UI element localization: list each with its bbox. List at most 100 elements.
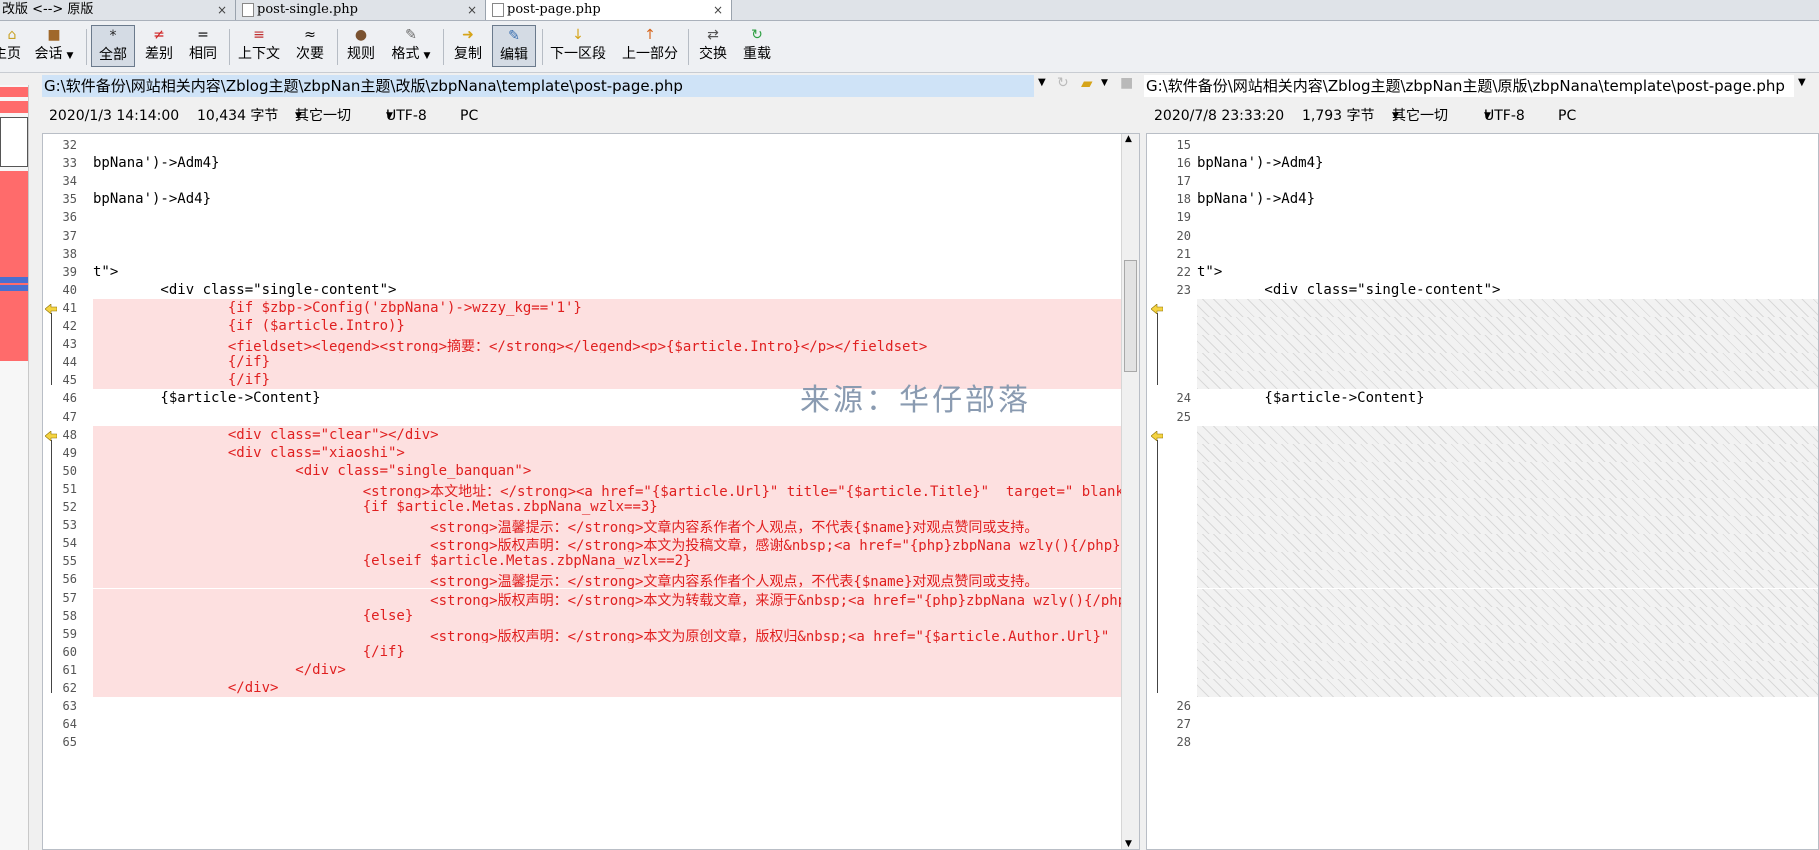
tab-post-page[interactable]: post-page.php × (486, 0, 732, 20)
code-line[interactable]: bpNana')->Adm4} (1197, 155, 1817, 171)
code-line[interactable]: bpNana')->Ad4} (1197, 191, 1817, 207)
tab-post-single[interactable]: post-single.php × (236, 0, 486, 20)
separator (542, 29, 543, 65)
swap-button[interactable]: ⇄ 交换 (693, 25, 733, 67)
close-icon[interactable]: × (217, 0, 227, 20)
chevron-down-icon[interactable]: ▼ (1038, 77, 1046, 88)
code-line[interactable]: <div class="single-content"> (1197, 282, 1817, 298)
right-path-input[interactable]: G:\软件备份\网站相关内容\Zblog主题\zbpNan主题\原版\zbpNa… (1144, 75, 1794, 97)
scroll-down-icon[interactable]: ▼ (1125, 839, 1132, 849)
code-line[interactable]: {$article->Content} (1197, 390, 1817, 406)
line-number: 36 (62, 210, 77, 225)
missing-lines-hatch (1197, 371, 1818, 390)
code-line[interactable]: <div class="single-content"> (93, 282, 1123, 298)
chevron-down-icon: ▼ (386, 111, 393, 121)
chevron-down-icon[interactable]: ▼ (1798, 77, 1806, 88)
refresh-icon[interactable]: ↻ (1057, 75, 1069, 91)
missing-lines-hatch (1197, 317, 1818, 336)
copy-arrow-icon[interactable] (44, 429, 58, 442)
format-button[interactable]: ✎ 格式 ▼ (385, 25, 437, 67)
chevron-down-icon[interactable]: ▼ (67, 51, 74, 61)
code-line[interactable]: {/if} (93, 354, 1123, 370)
code-line[interactable]: {else} (93, 608, 1123, 624)
line-number: 15 (1176, 138, 1191, 152)
overview-viewport[interactable] (0, 117, 28, 167)
line-number: 16 (1176, 156, 1191, 171)
left-path-input[interactable]: G:\软件备份\网站相关内容\Zblog主题\zbpNan主题\改版\zbpNa… (42, 75, 1034, 97)
line-number: 46 (62, 391, 77, 406)
code-line[interactable]: t"> (93, 264, 1123, 280)
copy-arrow-icon[interactable] (44, 303, 58, 315)
left-info-bar: 2020/1/3 14:14:00 10,434 字节 其它一切 ▼ UTF-8… (0, 101, 1140, 131)
arrow-down-icon: ↓ (572, 27, 584, 43)
code-line[interactable]: bpNana')->Ad4} (93, 191, 1123, 207)
code-line[interactable]: {if $article.Metas.zbpNana_wzlx==3} (93, 499, 1123, 515)
diff-overview-map[interactable] (0, 85, 29, 850)
copy-arrow-icon[interactable] (1150, 429, 1164, 442)
line-number: 23 (1176, 282, 1191, 297)
right-platform[interactable]: PC (1558, 101, 1576, 131)
code-line[interactable]: t"> (1197, 264, 1817, 280)
all-button[interactable]: * 全部 (91, 25, 135, 67)
chevron-down-icon[interactable]: ▼ (1101, 78, 1108, 88)
line-number: 44 (62, 355, 77, 370)
session-button[interactable]: ■ 会话 ▼ (30, 25, 78, 67)
left-vertical-scrollbar[interactable]: ▲ ▼ (1121, 134, 1139, 849)
right-info-bar: 2020/7/8 23:33:20 1,793 字节 其它一切 ▼ UTF-8 … (1140, 101, 1819, 131)
chevron-down-icon[interactable]: ▼ (424, 51, 431, 61)
minor-button[interactable]: ≈ 次要 (290, 25, 330, 67)
scroll-thumb[interactable] (1124, 260, 1137, 372)
edit-icon: ✎ (508, 28, 520, 44)
scroll-up-icon[interactable]: ▲ (1125, 134, 1132, 144)
code-line[interactable]: </div> (93, 662, 1123, 678)
tab-session[interactable]: 改版 <--> 原版 × (0, 0, 236, 20)
line-number: 28 (1176, 735, 1191, 750)
code-line[interactable]: <div class="xiaoshi"> (93, 445, 1123, 461)
format-icon: ✎ (405, 27, 417, 43)
tab-bar: 改版 <--> 原版 × post-single.php × post-page… (0, 0, 1819, 21)
edit-button[interactable]: ✎ 编辑 (492, 25, 536, 67)
reload-icon: ↻ (751, 27, 763, 43)
home-button[interactable]: ⌂ 主页 (0, 25, 24, 67)
line-number: 22 (1176, 264, 1191, 279)
missing-lines-hatch (1197, 516, 1818, 535)
line-number: 35 (62, 192, 77, 207)
reload-button[interactable]: ↻ 重载 (737, 25, 777, 67)
rules-button[interactable]: ● 规则 (343, 25, 379, 67)
missing-lines-hatch (1197, 606, 1818, 625)
save-icon[interactable]: ■ (1120, 75, 1133, 91)
code-line[interactable]: bpNana')->Adm4} (93, 155, 1123, 171)
context-button[interactable]: ≡ 上下文 (234, 25, 284, 67)
same-button[interactable]: = 相同 (183, 25, 223, 67)
close-icon[interactable]: × (467, 0, 477, 20)
copy-arrow-icon[interactable] (1150, 303, 1164, 315)
line-number: 21 (1176, 246, 1191, 261)
arrow-right-icon: ➜ (462, 27, 474, 43)
line-number: 60 (62, 644, 77, 659)
code-line[interactable]: <div class="clear"></div> (93, 427, 1123, 443)
code-line[interactable]: {/if} (93, 644, 1123, 660)
home-icon: ⌂ (7, 27, 17, 43)
line-number: 33 (62, 156, 77, 171)
code-line[interactable]: {if ($article.Intro)} (93, 318, 1123, 334)
line-number: 42 (62, 319, 77, 333)
line-number: 17 (1176, 174, 1191, 189)
folder-icon[interactable]: ▰ (1081, 74, 1093, 92)
left-editor-pane[interactable]: 32 33 bpNana')->Adm4} 34 35 bpNana')->Ad4} 36 3… (42, 133, 1140, 850)
overview-diff-marker (0, 87, 28, 97)
code-line[interactable]: </div> (93, 680, 1123, 696)
missing-lines-hatch (1197, 498, 1818, 517)
line-number: 54 (62, 536, 77, 551)
copy-button[interactable]: ➜ 复制 (448, 25, 488, 67)
code-line[interactable]: {if $zbp->Config('zbpNana')->wzzy_kg=='1… (93, 300, 1123, 316)
left-platform[interactable]: PC (460, 101, 478, 131)
next-section-button[interactable]: ↓ 下一区段 (546, 25, 610, 67)
code-line[interactable]: <div class="single_banquan"> (93, 463, 1123, 479)
diffs-button[interactable]: ≠ 差别 (139, 25, 179, 67)
close-icon[interactable]: × (713, 0, 723, 20)
right-editor-pane[interactable]: 15 16 bpNana')->Adm4} 17 18 bpNana')->Ad4} 19 2… (1146, 133, 1819, 850)
code-line[interactable]: {elseif $article.Metas.zbpNana_wzlx==2} (93, 553, 1123, 569)
right-size: 1,793 字节 (1302, 108, 1375, 124)
line-number: 45 (62, 373, 77, 388)
prev-section-button[interactable]: ↑ 上一部分 (618, 25, 682, 67)
